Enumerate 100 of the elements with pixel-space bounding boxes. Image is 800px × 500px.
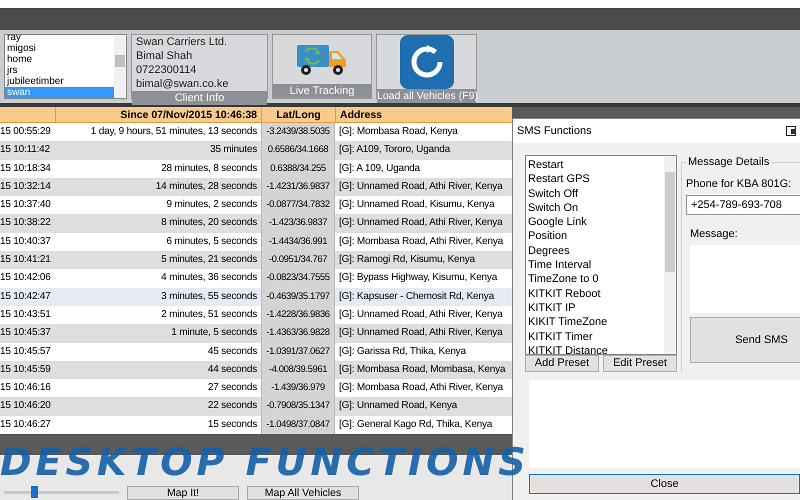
- table-cell: -0.0877/34.7832: [261, 196, 335, 214]
- table-row[interactable]: 15 10:46:27 15 seconds -1.0498/37.0847 [G]: General Kago Rd, Thika, Kenya: [0, 416, 512, 434]
- send-sms-button[interactable]: Send SMS: [690, 317, 800, 363]
- client-list-item[interactable]: home: [5, 54, 114, 65]
- table-cell: -1.4363/36.9828: [261, 324, 335, 343]
- client-list-item[interactable]: jrs: [5, 65, 114, 76]
- table-row[interactable]: 15 10:43:51 2 minutes, 51 seconds -1.4228/36.9836 [G]: Unnamed Road, Athi River, Kenya: [0, 306, 512, 324]
- table-cell-text: 15 10:41:21: [0, 253, 52, 268]
- table-cell: 0.6586/34.1668: [261, 141, 335, 160]
- table-cell-text: 1 minute, 5 seconds: [170, 326, 258, 340]
- dialog-title: SMS Functions: [517, 124, 592, 139]
- table-row[interactable]: 15 10:46:20 22 seconds -0.7908/35.1347 [G]: Unnamed Road, Kenya: [0, 397, 512, 416]
- table-cell-text: 28 minutes, 8 seconds: [160, 162, 258, 176]
- table-cell-text: 15 10:46:20: [0, 399, 52, 414]
- table-row[interactable]: 15 10:11:42 35 minutes 0.6586/34.1668 [G]: A109, Tororo, Uganda: [0, 141, 512, 160]
- table-cell-text: [G]: Bypass Highway, Kisumu, Kenya: [338, 271, 498, 286]
- preset-item[interactable]: Switch On: [528, 200, 662, 216]
- preset-item[interactable]: Time Interval: [528, 258, 662, 272]
- table-cell-text: [G]: Mombasa Road, Kenya: [338, 125, 459, 139]
- table-cell-text: [G]: A109, Tororo, Uganda: [338, 143, 452, 158]
- client-info-text: bimal@swan.co.ke: [136, 77, 230, 91]
- table-cell-text: 45 seconds: [206, 344, 258, 359]
- preset-item[interactable]: Google Link: [528, 215, 662, 230]
- preset-item[interactable]: Switch Off: [528, 186, 662, 201]
- table-row[interactable]: 15 10:40:37 6 minutes, 5 seconds -1.4434/36.991 [G]: Mombasa Road, Athi River, Kenya: [0, 232, 512, 252]
- close-button[interactable]: Close: [529, 474, 800, 494]
- table-cell: -1.0498/37.0847: [261, 416, 335, 434]
- scrollbar[interactable]: [114, 35, 126, 98]
- column-header[interactable]: Since 07/Nov/2015 10:46:38: [55, 107, 261, 122]
- map-button[interactable]: Map All Vehicles: [247, 486, 359, 500]
- table-cell: -4.008/39.5961: [261, 360, 335, 380]
- slider-track[interactable]: [4, 486, 119, 498]
- panel-caption: Client Info: [132, 91, 267, 105]
- table-cell-text: 15 10:46:16: [0, 381, 52, 396]
- table-row[interactable]: 15 10:46:16 27 seconds -1.439/36.979 [G]: Mombasa Road, Athi River, Kenya: [0, 379, 512, 398]
- table-cell: 0.6388/34.255: [261, 160, 335, 178]
- table-cell-text: [G]: Mombasa Road, Athi River, Kenya: [338, 381, 504, 396]
- table-cell-text: 44 seconds: [206, 362, 258, 377]
- table-cell-text: [G]: Unnamed Road, Kenya: [338, 399, 458, 414]
- preset-item[interactable]: KIKIT TimeZone: [528, 315, 662, 330]
- phone-field[interactable]: +254-789-693-708: [686, 195, 800, 215]
- preset-item[interactable]: KITKIT Timer: [528, 330, 662, 344]
- preset-item[interactable]: Degrees: [528, 244, 662, 258]
- preset-item[interactable]: KITKIT Reboot: [528, 286, 662, 301]
- table-row[interactable]: 15 10:32:14 14 minutes, 28 seconds -1.4231/36.9837 [G]: Unnamed Road, Athi River, Kenya: [0, 178, 512, 196]
- table-cell-text: [G]: Kapsuser - Chemosit Rd, Kenya: [338, 290, 496, 304]
- table-cell-text: 5 minutes, 21 seconds: [160, 253, 258, 268]
- table-cell: -0.0951/34.767: [261, 251, 335, 270]
- table-cell-text: [G]: Garissa Rd, Thika, Kenya: [338, 344, 467, 359]
- preset-list[interactable]: Restart Restart GPS Switch Off Switch On Google Link Position Degrees Time Interval TimeZone to 0 KITKIT Reboot KITKIT IP KIKIT TimeZone KITKIT Timer KITKIT Distance: [525, 155, 677, 355]
- client-info-text: Swan Carriers Ltd.: [136, 35, 228, 49]
- preset-button[interactable]: Add Preset: [525, 355, 599, 372]
- phone-label: Phone for KBA 801G:: [686, 177, 792, 191]
- table-row[interactable]: 15 10:38:22 8 minutes, 20 seconds -1.423/36.9837 [G]: Unnamed Road, Athi River, Kenya: [0, 214, 512, 233]
- table-row[interactable]: 15 10:45:59 44 seconds -4.008/39.5961 [G]: Mombasa Road, Mombasa, Kenya: [0, 360, 512, 380]
- window-icon[interactable]: [786, 126, 796, 136]
- preset-item[interactable]: Restart: [528, 158, 662, 172]
- scrollbar[interactable]: [664, 156, 676, 354]
- table-row[interactable]: 15 00:55:29 1 day, 9 hours, 51 minutes, 13 seconds -3.2439/38.5035 [G]: Mombasa Road, Kenya: [0, 123, 512, 142]
- table-cell-text: [G]: Unnamed Road, Athi River, Kenya: [338, 308, 504, 322]
- table-row[interactable]: 15 10:42:06 4 minutes, 36 seconds -0.0823/34.7555 [G]: Bypass Highway, Kisumu, Kenya: [0, 269, 512, 288]
- table-cell-text: [G]: Mombasa Road, Mombasa, Kenya: [338, 362, 506, 377]
- table-row[interactable]: 15 10:45:57 45 seconds -1.0391/37.0627 [G]: Garissa Rd, Thika, Kenya: [0, 342, 512, 361]
- preset-item[interactable]: Position: [528, 229, 662, 244]
- group-title: Message Details: [686, 155, 772, 169]
- client-list-item[interactable]: migosi: [5, 43, 114, 54]
- table-cell: -1.4434/36.991: [261, 232, 335, 252]
- table-cell-text: 35 minutes: [209, 143, 258, 158]
- preset-item[interactable]: TimeZone to 0: [528, 272, 662, 287]
- table-cell: -0.7908/35.1347: [261, 397, 335, 416]
- column-header[interactable]: Lat/Long: [261, 107, 335, 122]
- table-cell: -1.4231/36.9837: [261, 178, 335, 196]
- table-cell-text: [G]: A 109, Uganda: [338, 162, 421, 176]
- table-cell-text: 6 minutes, 5 seconds: [166, 234, 258, 249]
- table-cell-text: 15 10:45:57: [0, 344, 52, 359]
- client-list-item[interactable]: jubileetimber: [5, 76, 114, 87]
- table-cell-text: 8 minutes, 20 seconds: [160, 216, 258, 230]
- table-row[interactable]: 15 10:42:47 3 minutes, 55 seconds -0.4639/35.1797 [G]: Kapsuser - Chemosit Rd, Kenya: [0, 288, 512, 306]
- table-cell: -0.4639/35.1797: [261, 288, 335, 306]
- slider-thumb[interactable]: [30, 486, 38, 498]
- client-list-item[interactable]: ray: [5, 32, 114, 43]
- table-cell-text: 1 day, 9 hours, 51 minutes, 13 seconds: [90, 125, 258, 139]
- table-cell-text: 15 10:43:51: [0, 308, 52, 322]
- table-cell-text: 15 10:18:34: [0, 162, 52, 176]
- preset-item[interactable]: KITKIT IP: [528, 300, 662, 316]
- table-cell: -1.423/36.9837: [261, 214, 335, 233]
- preset-item[interactable]: Restart GPS: [528, 172, 662, 187]
- preset-item[interactable]: KITKIT Distance: [528, 344, 662, 354]
- map-button[interactable]: Map It!: [127, 486, 239, 500]
- table-row[interactable]: 15 10:37:40 9 minutes, 2 seconds -0.0877/34.7832 [G]: Unnamed Road, Kisumu, Kenya: [0, 196, 512, 214]
- table-cell: -0.0823/34.7555: [261, 269, 335, 288]
- table-row[interactable]: 15 10:18:34 28 minutes, 8 seconds 0.6388/34.255 [G]: A 109, Uganda: [0, 160, 512, 178]
- table-cell-text: 15 10:40:37: [0, 234, 52, 249]
- table-cell-text: 2 minutes, 51 seconds: [160, 308, 258, 322]
- table-cell: -1.439/36.979: [261, 379, 335, 398]
- table-row[interactable]: 15 10:41:21 5 minutes, 21 seconds -0.0951/34.767 [G]: Ramogi Rd, Kisumu, Kenya: [0, 251, 512, 270]
- preset-button[interactable]: Edit Preset: [603, 355, 677, 372]
- table-row[interactable]: 15 10:45:37 1 minute, 5 seconds -1.4363/36.9828 [G]: Unnamed Road, Athi River, Kenya: [0, 324, 512, 343]
- client-list[interactable]: ray migosi home jrs jubileetimber swan: [4, 34, 127, 99]
- table-cell-text: 15 10:32:14: [0, 180, 52, 194]
